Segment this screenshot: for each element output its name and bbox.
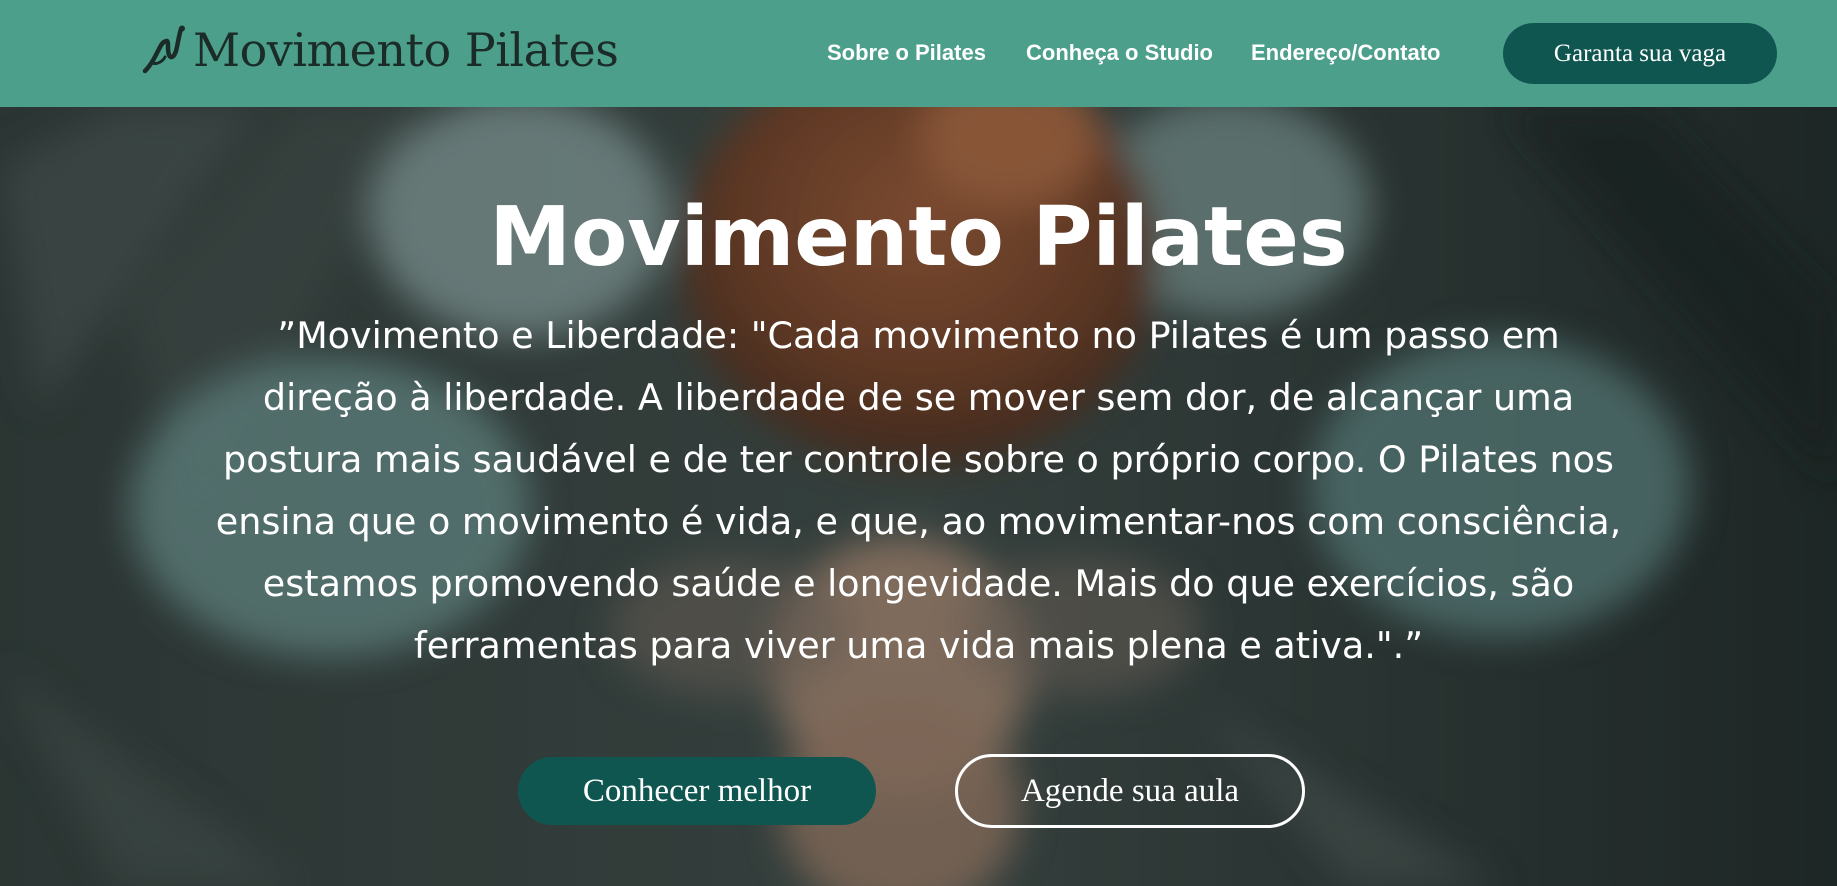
conhecer-melhor-button[interactable]: Conhecer melhor	[518, 757, 876, 825]
logo[interactable]: Movimento Pilates	[141, 22, 619, 78]
agende-aula-button[interactable]: Agende sua aula	[955, 754, 1305, 828]
hero-title: Movimento Pilates	[489, 190, 1348, 285]
logo-text: Movimento Pilates	[193, 23, 619, 77]
pilates-figure-icon	[142, 25, 185, 74]
garanta-vaga-button[interactable]: Garanta sua vaga	[1503, 23, 1777, 84]
site-header: Movimento Pilates Sobre o Pilates Conheç…	[0, 0, 1837, 107]
hero-quote: ”Movimento e Liberdade: "Cada movimento …	[215, 314, 1622, 667]
nav-conheca-studio[interactable]: Conheça o Studio	[1026, 40, 1213, 66]
nav-endereco-contato[interactable]: Endereço/Contato	[1251, 40, 1440, 66]
nav-sobre-pilates[interactable]: Sobre o Pilates	[827, 40, 986, 66]
hero-section: Movimento Pilates ”Movimento e Liberdade…	[0, 107, 1837, 886]
